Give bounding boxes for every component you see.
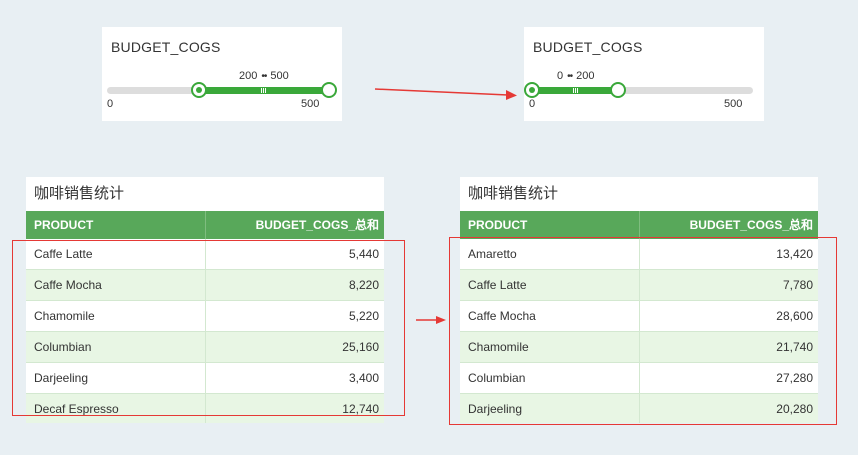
range-high-value: 500 [270, 70, 289, 82]
highlight-box-before [12, 240, 405, 416]
column-header-product[interactable]: PRODUCT [460, 211, 640, 239]
slider-title: BUDGET_COGS [111, 39, 221, 55]
slider-handle-low[interactable] [191, 82, 207, 98]
slider-min-tick: 0 [107, 98, 114, 110]
table-header: PRODUCT BUDGET_COGS_总和 [26, 211, 384, 239]
slider-card-before: BUDGET_COGS 200 •• 500 0 500 [102, 27, 342, 121]
range-separator: •• [567, 71, 573, 82]
range-label: 200 •• 500 [239, 70, 289, 82]
column-header-product[interactable]: PRODUCT [26, 211, 206, 239]
range-low-value: 0 [557, 70, 564, 82]
highlight-box-after [449, 237, 837, 425]
range-low-value: 200 [239, 70, 258, 82]
drag-grip-icon[interactable] [258, 87, 268, 94]
table-header: PRODUCT BUDGET_COGS_总和 [460, 211, 818, 239]
slider-handle-low[interactable] [524, 82, 540, 98]
range-high-value: 200 [576, 70, 595, 82]
range-separator: •• [261, 71, 267, 82]
slider-handle-high[interactable] [610, 82, 626, 98]
slider-card-after: BUDGET_COGS 0 •• 200 0 500 [524, 27, 764, 121]
range-label: 0 •• 200 [557, 70, 595, 82]
column-header-budget-cogs-sum[interactable]: BUDGET_COGS_总和 [640, 211, 818, 239]
table-title: 咖啡销售统计 [468, 185, 559, 202]
table-title: 咖啡销售统计 [34, 185, 125, 202]
slider-max-tick: 500 [301, 98, 320, 110]
drag-grip-icon[interactable] [570, 87, 580, 94]
annotation-arrow-icon [416, 316, 446, 324]
slider-title: BUDGET_COGS [533, 39, 643, 55]
column-header-budget-cogs-sum[interactable]: BUDGET_COGS_总和 [206, 211, 384, 239]
slider-min-tick: 0 [529, 98, 536, 110]
slider-handle-high[interactable] [321, 82, 337, 98]
annotation-arrow-icon [374, 88, 517, 100]
slider-max-tick: 500 [724, 98, 743, 110]
